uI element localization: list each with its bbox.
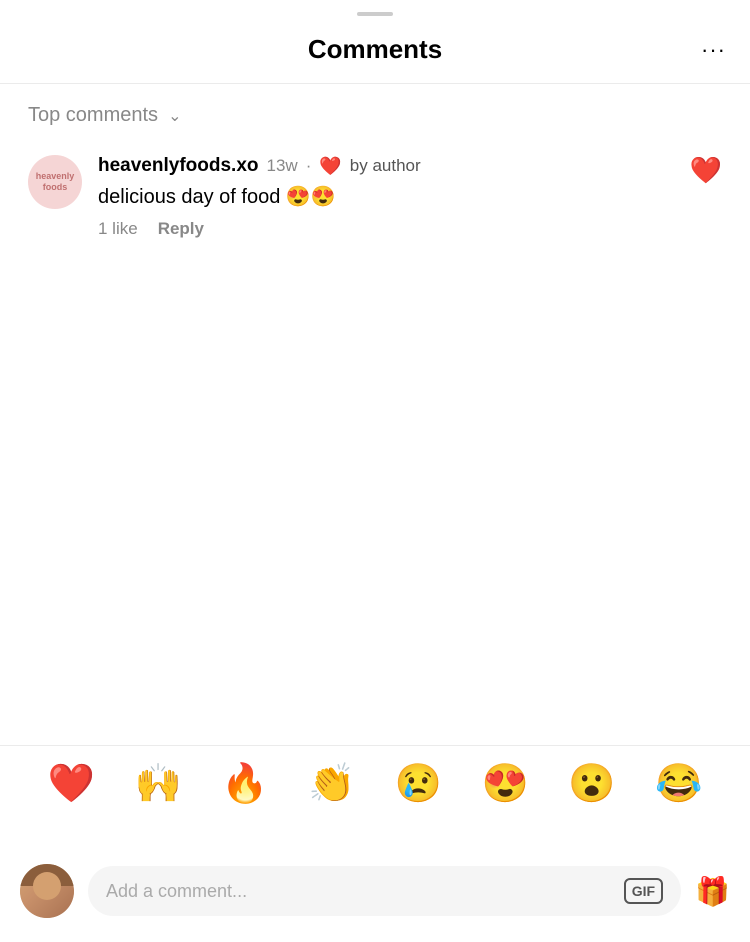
avatar: heavenlyfoods <box>28 155 82 209</box>
more-menu-button[interactable]: ··· <box>701 37 726 63</box>
page-title: Comments <box>308 34 442 65</box>
gif-button[interactable]: GIF <box>624 878 663 904</box>
header: Comments ··· <box>0 16 750 84</box>
comment-meta: heavenlyfoods.xo 13w · ❤️ by author <box>98 155 674 177</box>
by-author-label: by author <box>350 156 421 176</box>
emoji-bar: ❤️ 🙌 🔥 👏 😢 😍 😮 😂 <box>0 745 750 822</box>
emoji-wow[interactable]: 😮 <box>568 762 615 806</box>
chevron-down-icon: ⌄ <box>168 106 181 126</box>
emoji-fire[interactable]: 🔥 <box>221 762 268 806</box>
emoji-clap[interactable]: 👏 <box>308 762 355 806</box>
heart-icon: ❤️ <box>690 155 722 185</box>
comment-placeholder[interactable]: Add a comment... <box>106 881 614 902</box>
sort-label: Top comments <box>28 104 158 127</box>
heart-badge-icon: ❤️ <box>319 156 341 177</box>
comments-area: heavenlyfoods heavenlyfoods.xo 13w · ❤️ … <box>0 143 750 251</box>
emoji-raised-hands[interactable]: 🙌 <box>134 762 181 806</box>
emoji-heart[interactable]: ❤️ <box>48 762 95 806</box>
table-row: heavenlyfoods heavenlyfoods.xo 13w · ❤️ … <box>28 155 722 239</box>
input-bar: Add a comment... GIF 🎁 <box>0 864 750 918</box>
comment-username[interactable]: heavenlyfoods.xo <box>98 155 259 177</box>
sort-bar[interactable]: Top comments ⌄ <box>0 84 750 143</box>
comment-likes[interactable]: 1 like <box>98 219 138 239</box>
emoji-cry[interactable]: 😢 <box>395 762 442 806</box>
reply-button[interactable]: Reply <box>158 219 204 239</box>
comment-time: 13w <box>267 156 298 176</box>
current-user-avatar <box>20 864 74 918</box>
comment-text: delicious day of food 😍😍 <box>98 183 674 211</box>
gift-icon[interactable]: 🎁 <box>695 875 730 908</box>
like-button[interactable]: ❤️ <box>690 155 722 186</box>
emoji-laugh-cry[interactable]: 😂 <box>655 762 702 806</box>
comment-input-container[interactable]: Add a comment... GIF <box>88 866 681 916</box>
emoji-heart-eyes[interactable]: 😍 <box>481 762 528 806</box>
comment-actions: 1 like Reply <box>98 219 674 239</box>
comment-dot: · <box>306 156 312 176</box>
comment-content: heavenlyfoods.xo 13w · ❤️ by author deli… <box>98 155 674 239</box>
